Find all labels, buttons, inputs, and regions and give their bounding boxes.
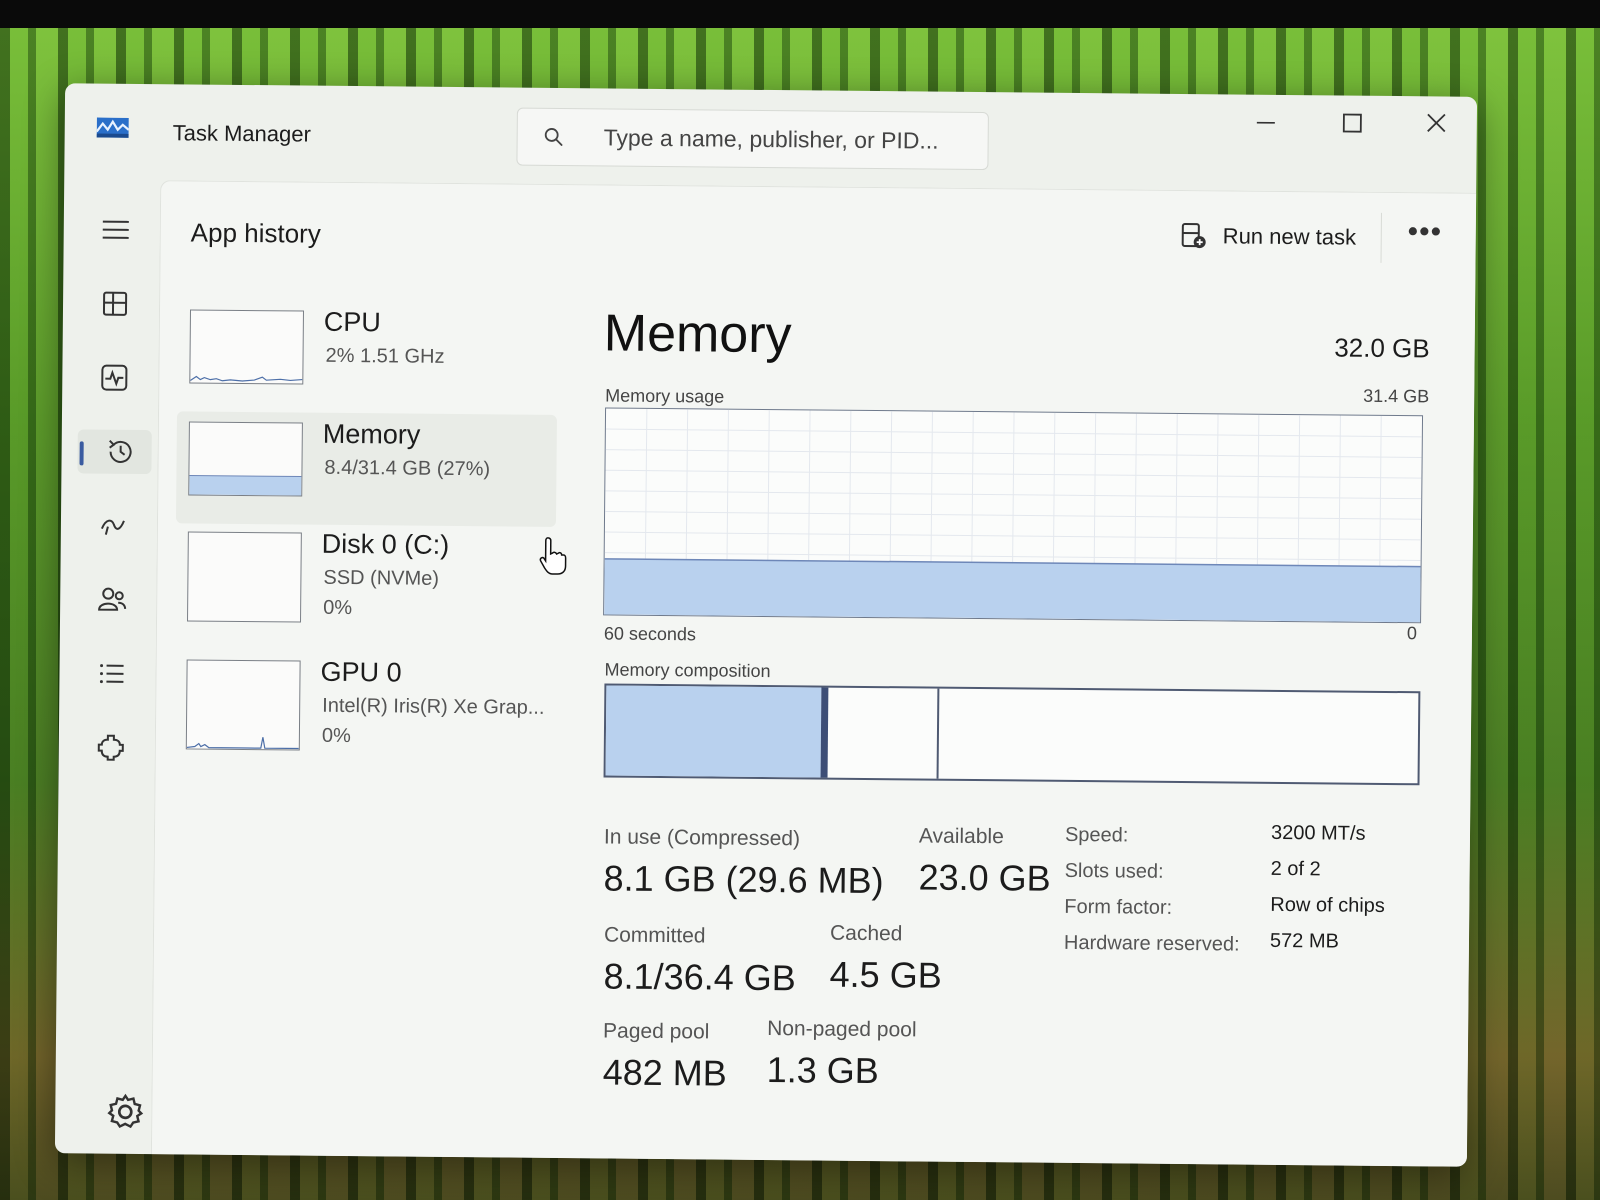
nav-item-app-history[interactable] bbox=[77, 429, 152, 475]
performance-icon bbox=[101, 364, 128, 391]
search-placeholder: Type a name, publisher, or PID... bbox=[603, 124, 939, 154]
paged-pool-value: 482 MB bbox=[602, 1051, 727, 1094]
property-value-slots: 2 of 2 bbox=[1270, 857, 1321, 881]
active-indicator bbox=[79, 441, 84, 466]
content-pane: App history Run new task ••• CPU 2% 1.51… bbox=[150, 180, 1477, 1167]
page-title: App history bbox=[190, 217, 321, 249]
services-icon bbox=[97, 734, 124, 761]
close-icon bbox=[1427, 113, 1446, 133]
users-icon bbox=[98, 587, 127, 611]
search-input[interactable]: Type a name, publisher, or PID... bbox=[516, 107, 989, 171]
nav-item-processes[interactable] bbox=[93, 282, 137, 326]
resource-detail: SSD (NVMe) bbox=[323, 566, 440, 590]
property-key-form-factor: Form factor: bbox=[1064, 895, 1173, 919]
gear-icon bbox=[107, 1093, 144, 1129]
startup-apps-icon bbox=[100, 519, 125, 535]
gpu-thumbnail-graph bbox=[185, 659, 301, 751]
memory-thumbnail-graph bbox=[188, 421, 303, 497]
hand-cursor-icon bbox=[539, 537, 567, 575]
search-icon bbox=[544, 128, 563, 146]
minimize-icon bbox=[1256, 121, 1275, 124]
resource-usage: 0% bbox=[321, 724, 351, 748]
resource-name: CPU bbox=[323, 306, 382, 338]
nav-item-startup-apps[interactable] bbox=[91, 504, 135, 548]
property-value-form-factor: Row of chips bbox=[1270, 893, 1385, 917]
in-use-value: 8.1 GB (29.6 MB) bbox=[603, 857, 884, 902]
settings-button[interactable] bbox=[105, 1092, 145, 1132]
composition-modified-segment bbox=[820, 687, 829, 778]
memory-composition-label: Memory composition bbox=[604, 659, 771, 682]
task-manager-app-icon bbox=[96, 117, 129, 138]
maximize-button[interactable] bbox=[1323, 103, 1383, 154]
run-new-task-label: Run new task bbox=[1222, 223, 1357, 250]
header-divider bbox=[1380, 212, 1382, 263]
memory-usage-graph bbox=[603, 407, 1424, 624]
close-button[interactable] bbox=[1407, 104, 1467, 155]
paged-pool-label: Paged pool bbox=[602, 1019, 710, 1044]
graph-time-span-label: 60 seconds bbox=[603, 623, 697, 645]
non-paged-pool-value: 1.3 GB bbox=[766, 1049, 879, 1092]
more-options-button[interactable]: ••• bbox=[1405, 215, 1445, 257]
composition-standby-divider bbox=[936, 688, 940, 779]
resource-detail: 2% 1.51 GHz bbox=[325, 344, 445, 368]
resource-detail: Intel(R) Iris(R) Xe Grap... bbox=[322, 694, 545, 719]
cached-label: Cached bbox=[829, 921, 903, 946]
resource-name: GPU 0 bbox=[320, 656, 402, 688]
maximize-icon bbox=[1342, 113, 1362, 133]
resource-usage: 0% bbox=[323, 596, 353, 620]
resource-item-disk[interactable]: Disk 0 (C:) SSD (NVMe) 0% bbox=[175, 521, 556, 637]
available-value: 23.0 GB bbox=[918, 856, 1051, 899]
property-value-hardware-reserved: 572 MB bbox=[1269, 929, 1340, 953]
memory-usage-area bbox=[604, 558, 1421, 623]
detail-title: Memory bbox=[603, 304, 792, 365]
details-icon bbox=[99, 664, 124, 684]
resource-detail: 8.4/31.4 GB (27%) bbox=[324, 456, 491, 481]
app-title: Task Manager bbox=[172, 120, 311, 147]
nav-item-users[interactable] bbox=[90, 578, 134, 622]
resource-item-gpu[interactable]: GPU 0 Intel(R) Iris(R) Xe Grap... 0% bbox=[174, 649, 555, 765]
property-key-slots: Slots used: bbox=[1064, 859, 1164, 883]
memory-usage-max: 31.4 GB bbox=[1363, 385, 1430, 407]
memory-usage-label: Memory usage bbox=[605, 385, 725, 407]
non-paged-pool-label: Non-paged pool bbox=[767, 1017, 917, 1042]
nav-item-services[interactable] bbox=[89, 726, 133, 770]
available-label: Available bbox=[918, 824, 1004, 849]
task-manager-window: Task Manager Type a name, publisher, or … bbox=[54, 83, 1478, 1167]
processes-icon bbox=[102, 291, 128, 316]
graph-axis-zero-label: 0 bbox=[1406, 623, 1418, 644]
nav-item-details[interactable] bbox=[89, 652, 133, 696]
run-new-task-icon bbox=[1181, 223, 1206, 249]
resource-name: Disk 0 (C:) bbox=[321, 528, 450, 560]
hamburger-menu-button[interactable] bbox=[94, 208, 138, 252]
property-key-speed: Speed: bbox=[1064, 823, 1129, 847]
cached-value: 4.5 GB bbox=[829, 953, 942, 996]
cpu-thumbnail-graph bbox=[189, 309, 304, 385]
in-use-label: In use (Compressed) bbox=[603, 825, 801, 851]
resource-item-memory[interactable]: Memory 8.4/31.4 GB (27%) bbox=[175, 411, 558, 527]
memory-composition-bar bbox=[603, 683, 1421, 786]
property-key-hardware-reserved: Hardware reserved: bbox=[1063, 931, 1240, 956]
hamburger-menu-icon bbox=[102, 220, 129, 239]
resource-item-cpu[interactable]: CPU 2% 1.51 GHz bbox=[177, 299, 558, 415]
app-history-icon bbox=[109, 439, 132, 463]
disk-thumbnail-graph bbox=[187, 531, 302, 623]
composition-in-use-segment bbox=[605, 685, 822, 778]
title-bar: Task Manager Type a name, publisher, or … bbox=[64, 83, 1477, 193]
resource-name: Memory bbox=[322, 418, 421, 450]
property-value-speed: 3200 MT/s bbox=[1270, 821, 1366, 845]
committed-label: Committed bbox=[603, 923, 706, 948]
memory-total: 32.0 GB bbox=[1334, 332, 1430, 364]
committed-value: 8.1/36.4 GB bbox=[603, 955, 796, 999]
minimize-button[interactable] bbox=[1235, 102, 1295, 153]
nav-item-performance[interactable] bbox=[92, 356, 136, 400]
